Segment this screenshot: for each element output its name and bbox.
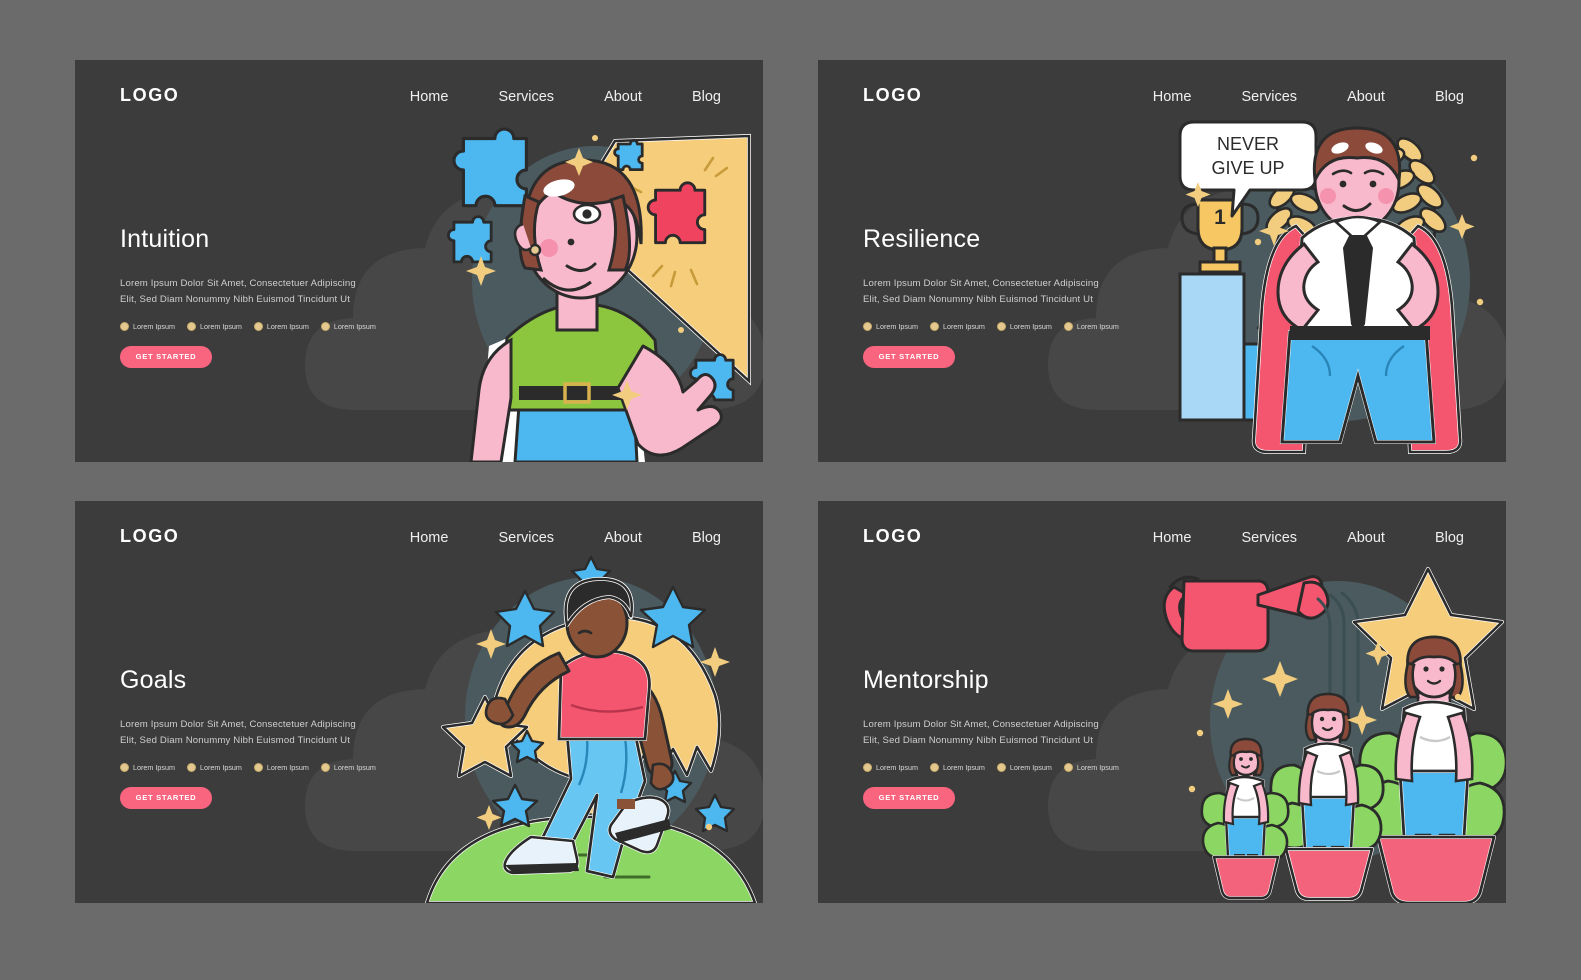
logo[interactable]: LOGO — [863, 85, 922, 106]
illustration-resilience: 1 NEVER GIVE UP — [1162, 96, 1506, 462]
bullet-item: Lorem Ipsum — [253, 321, 309, 331]
hero-paragraph: Lorem Ipsum Dolor Sit Amet, Consectetuer… — [120, 276, 420, 308]
bullet-dot-icon — [253, 762, 263, 772]
hero-paragraph-line1: Lorem Ipsum Dolor Sit Amet, Consectetuer… — [863, 719, 1099, 730]
logo[interactable]: LOGO — [120, 526, 179, 547]
feature-bullets: Lorem Ipsum Lorem Ipsum Lorem Ipsum Lore… — [120, 762, 450, 772]
bullet-dot-icon — [929, 762, 939, 772]
bullet-dot-icon — [186, 321, 196, 331]
feature-bullets: Lorem Ipsum Lorem Ipsum Lorem Ipsum Lore… — [863, 321, 1193, 331]
bullet-dot-icon — [320, 321, 330, 331]
bullet-label: Lorem Ipsum — [876, 321, 918, 331]
bullet-item: Lorem Ipsum — [1063, 762, 1119, 772]
bullet-item: Lorem Ipsum — [320, 321, 376, 331]
bullet-label: Lorem Ipsum — [1076, 762, 1119, 772]
panel-intuition: LOGO Home Services About Blog Intuition … — [75, 60, 763, 462]
hero-text-block: Resilience Lorem Ipsum Dolor Sit Amet, C… — [863, 225, 1193, 368]
speech-bubble-line2: GIVE UP — [1211, 158, 1284, 178]
bullet-label: Lorem Ipsum — [333, 762, 376, 772]
hero-paragraph-line2: Elit, Sed Diam Nonummy Nibh Euismod Tinc… — [120, 293, 351, 305]
page-title: Mentorship — [863, 666, 989, 694]
panel-resilience: LOGO Home Services About Blog Resilience… — [818, 60, 1506, 462]
page-title: Goals — [120, 666, 187, 694]
get-started-button[interactable]: GET STARTED — [120, 345, 212, 368]
hero-paragraph-line1: Lorem Ipsum Dolor Sit Amet, Consectetuer… — [120, 278, 356, 289]
bullet-dot-icon — [996, 762, 1006, 772]
bullet-label: Lorem Ipsum — [199, 321, 242, 331]
bullet-dot-icon — [186, 762, 196, 772]
bullet-label: Lorem Ipsum — [1076, 321, 1119, 331]
page-title: Resilience — [863, 225, 981, 253]
bullet-label: Lorem Ipsum — [266, 762, 309, 772]
hero-paragraph: Lorem Ipsum Dolor Sit Amet, Consectetuer… — [863, 717, 1163, 749]
get-started-button[interactable]: GET STARTED — [863, 786, 955, 809]
illustration-mentorship — [1162, 537, 1506, 903]
feature-bullets: Lorem Ipsum Lorem Ipsum Lorem Ipsum Lore… — [120, 321, 450, 331]
hero-paragraph-line1: Lorem Ipsum Dolor Sit Amet, Consectetuer… — [120, 719, 356, 730]
bullet-dot-icon — [929, 321, 939, 331]
bullet-item: Lorem Ipsum — [186, 321, 242, 331]
bullet-label: Lorem Ipsum — [133, 321, 175, 331]
svg-text:1: 1 — [1214, 206, 1226, 229]
bullet-dot-icon — [253, 321, 263, 331]
page-title: Intuition — [120, 225, 210, 253]
bullet-label: Lorem Ipsum — [942, 762, 985, 772]
bullet-label: Lorem Ipsum — [266, 321, 309, 331]
logo[interactable]: LOGO — [863, 526, 922, 547]
bullet-label: Lorem Ipsum — [133, 762, 175, 772]
bullet-label: Lorem Ipsum — [942, 321, 985, 331]
logo[interactable]: LOGO — [120, 85, 179, 106]
bullet-item: Lorem Ipsum — [320, 762, 376, 772]
bullet-item: Lorem Ipsum — [996, 321, 1052, 331]
bullet-label: Lorem Ipsum — [333, 321, 376, 331]
get-started-button[interactable]: GET STARTED — [120, 786, 212, 809]
illustration-goals — [419, 537, 763, 903]
bullet-label: Lorem Ipsum — [876, 762, 918, 772]
hero-paragraph-line2: Elit, Sed Diam Nonummy Nibh Euismod Tinc… — [120, 734, 351, 746]
bullet-dot-icon — [863, 762, 872, 772]
bullet-label: Lorem Ipsum — [1009, 321, 1052, 331]
hero-paragraph-line1: Lorem Ipsum Dolor Sit Amet, Consectetuer… — [863, 278, 1099, 289]
hero-paragraph: Lorem Ipsum Dolor Sit Amet, Consectetuer… — [863, 276, 1163, 308]
bullet-item: Lorem Ipsum — [120, 762, 175, 772]
bullet-item: Lorem Ipsum — [863, 762, 918, 772]
page-root: LOGO Home Services About Blog Intuition … — [0, 0, 1581, 980]
bullet-dot-icon — [120, 762, 129, 772]
feature-bullets: Lorem Ipsum Lorem Ipsum Lorem Ipsum Lore… — [863, 762, 1193, 772]
bullet-item: Lorem Ipsum — [929, 762, 985, 772]
bullet-item: Lorem Ipsum — [120, 321, 175, 331]
hero-paragraph-line2: Elit, Sed Diam Nonummy Nibh Euismod Tinc… — [863, 293, 1094, 305]
hero-text-block: Mentorship Lorem Ipsum Dolor Sit Amet, C… — [863, 666, 1193, 809]
bullet-dot-icon — [120, 321, 129, 331]
bullet-item: Lorem Ipsum — [1063, 321, 1119, 331]
bullet-dot-icon — [996, 321, 1006, 331]
bullet-item: Lorem Ipsum — [253, 762, 309, 772]
bullet-dot-icon — [320, 762, 330, 772]
panel-mentorship: LOGO Home Services About Blog Mentorship… — [818, 501, 1506, 903]
bullet-dot-icon — [1063, 762, 1073, 772]
bullet-dot-icon — [863, 321, 872, 331]
speech-bubble-line1: NEVER — [1217, 134, 1279, 154]
hero-paragraph: Lorem Ipsum Dolor Sit Amet, Consectetuer… — [120, 717, 420, 749]
landing-page-grid: LOGO Home Services About Blog Intuition … — [75, 60, 1506, 903]
get-started-button[interactable]: GET STARTED — [863, 345, 955, 368]
bullet-item: Lorem Ipsum — [929, 321, 985, 331]
hero-text-block: Goals Lorem Ipsum Dolor Sit Amet, Consec… — [120, 666, 450, 809]
bullet-item: Lorem Ipsum — [863, 321, 918, 331]
hero-paragraph-line2: Elit, Sed Diam Nonummy Nibh Euismod Tinc… — [863, 734, 1094, 746]
bullet-dot-icon — [1063, 321, 1073, 331]
bullet-label: Lorem Ipsum — [1009, 762, 1052, 772]
hero-text-block: Intuition Lorem Ipsum Dolor Sit Amet, Co… — [120, 225, 450, 368]
bullet-item: Lorem Ipsum — [996, 762, 1052, 772]
bullet-label: Lorem Ipsum — [199, 762, 242, 772]
bullet-item: Lorem Ipsum — [186, 762, 242, 772]
illustration-intuition — [419, 96, 763, 462]
panel-goals: LOGO Home Services About Blog Goals Lore… — [75, 501, 763, 903]
